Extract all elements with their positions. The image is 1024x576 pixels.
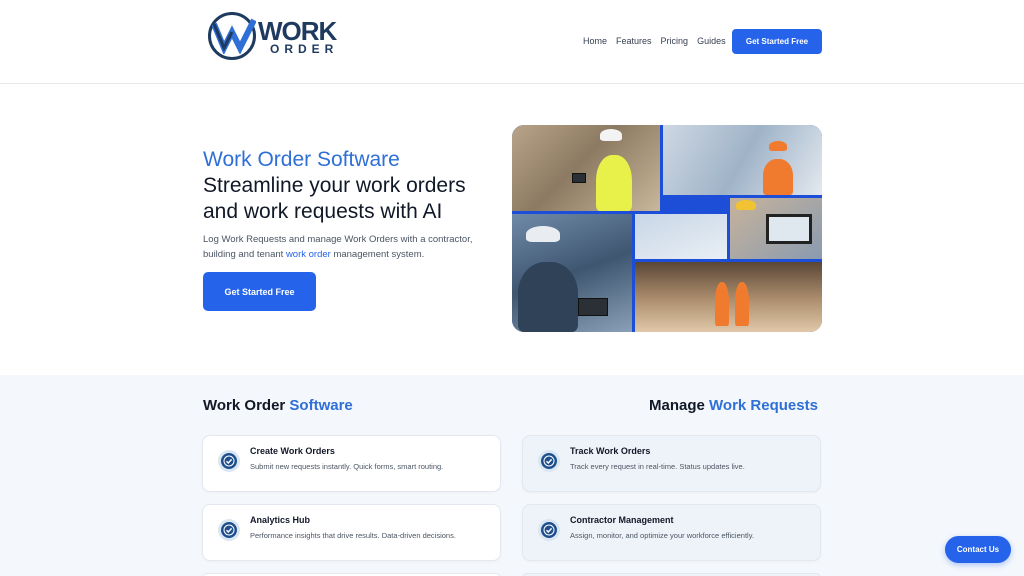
check-circle-icon <box>538 519 560 541</box>
helmet-shape <box>736 200 756 210</box>
section-title-requests: Manage Work Requests <box>649 397 818 414</box>
hero-get-started-button[interactable]: Get Started Free <box>203 272 316 311</box>
helmet-shape <box>600 129 622 141</box>
check-circle-icon <box>218 450 240 472</box>
collage-tile-worker-vest <box>512 125 660 211</box>
feature-card-track-work-orders[interactable]: Track Work Orders Track every request in… <box>522 435 821 492</box>
card-description: Performance insights that drive results.… <box>250 531 456 540</box>
feature-card-contractor-management[interactable]: Contractor Management Assign, monitor, a… <box>522 504 821 561</box>
hero-image-collage <box>512 125 822 332</box>
nav-features[interactable]: Features <box>616 36 652 46</box>
card-description: Track every request in real-time. Status… <box>570 462 745 471</box>
brand-logo[interactable]: WORK ORDER <box>208 12 338 60</box>
tablet-shape <box>578 298 608 316</box>
section-title-text: Manage <box>649 397 710 414</box>
card-title: Create Work Orders <box>250 446 335 456</box>
header-get-started-button[interactable]: Get Started Free <box>732 29 822 54</box>
tablet-shape <box>766 214 812 244</box>
worker-shape <box>715 282 729 326</box>
section-title-accent: Software <box>289 397 353 414</box>
collage-tile-worker-tablet <box>512 214 632 332</box>
helmet-shape <box>769 141 787 151</box>
card-title: Track Work Orders <box>570 446 651 456</box>
hero-description: Log Work Requests and manage Work Orders… <box>203 232 503 262</box>
site-header: WORK ORDER Home Features Pricing Guides … <box>0 0 1024 84</box>
w-check-logo-icon <box>212 18 256 54</box>
check-circle-icon <box>218 519 240 541</box>
feature-card-create-work-orders[interactable]: Create Work Orders Submit new requests i… <box>202 435 501 492</box>
feature-card-analytics-hub[interactable]: Analytics Hub Performance insights that … <box>202 504 501 561</box>
worker-shape <box>518 262 578 332</box>
collage-tile-inspector <box>730 198 822 259</box>
nav-pricing[interactable]: Pricing <box>661 36 689 46</box>
section-title-text: Work Order <box>203 397 290 414</box>
check-circle-icon <box>538 450 560 472</box>
nav-guides[interactable]: Guides <box>697 36 726 46</box>
card-title: Analytics Hub <box>250 515 311 525</box>
tablet-shape <box>572 173 586 183</box>
work-order-link[interactable]: work order <box>286 249 331 260</box>
hero-desc-text-2: management system. <box>330 249 425 260</box>
worker-shape <box>735 282 749 326</box>
card-title: Contractor Management <box>570 515 674 525</box>
collage-tile-corridor <box>635 262 822 332</box>
helmet-shape <box>526 226 560 242</box>
worker-shape <box>763 159 793 195</box>
features-section <box>0 375 1024 576</box>
section-title-accent: Work Requests <box>709 397 818 414</box>
nav-home[interactable]: Home <box>583 36 607 46</box>
main-nav: Home Features Pricing Guides <box>583 36 726 46</box>
hero-title: Streamline your work orders and work req… <box>203 174 466 223</box>
card-description: Assign, monitor, and optimize your workf… <box>570 531 754 540</box>
section-title-software: Work Order Software <box>203 397 353 414</box>
logo-word-order: ORDER <box>270 42 339 56</box>
card-description: Submit new requests instantly. Quick for… <box>250 462 444 471</box>
collage-tile-site <box>663 125 822 195</box>
collage-tile-blueprint <box>635 214 727 259</box>
worker-shape <box>596 155 632 211</box>
contact-us-button[interactable]: Contact Us <box>945 536 1011 563</box>
hero-kicker: Work Order Software <box>203 148 400 171</box>
